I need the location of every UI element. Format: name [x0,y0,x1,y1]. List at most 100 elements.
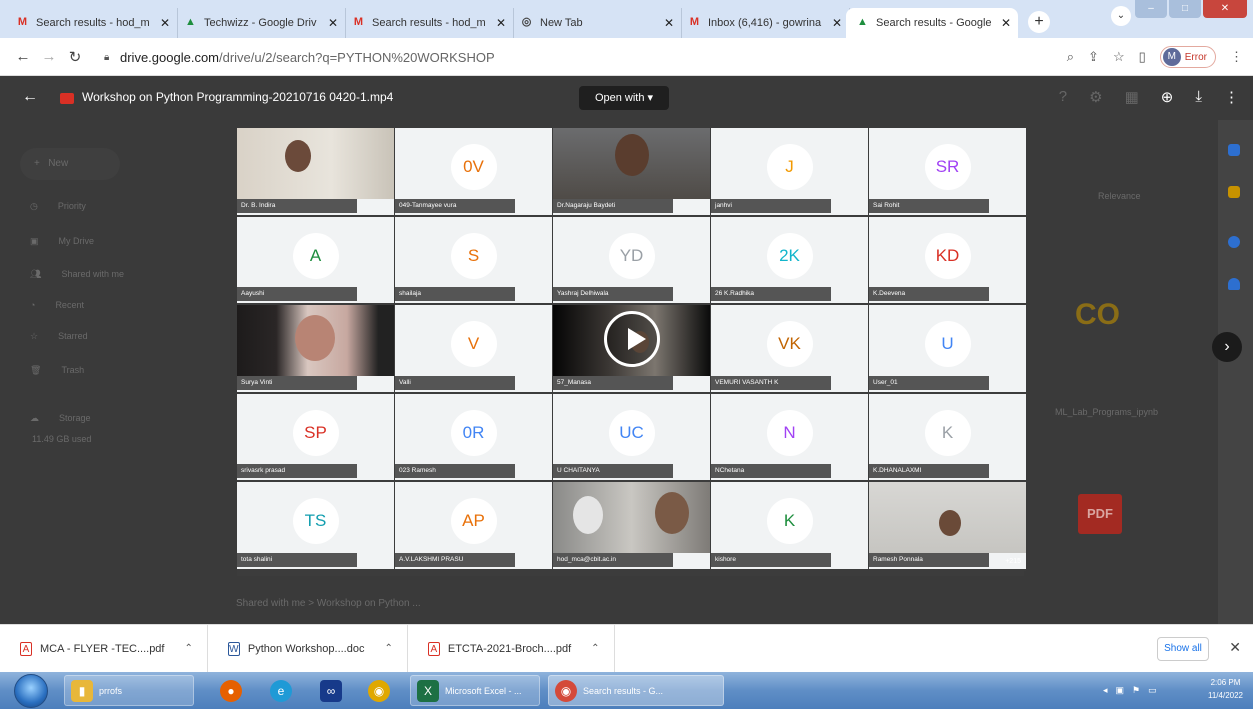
contacts-icon[interactable] [1228,278,1240,290]
chevron-up-icon[interactable]: ⌃ [384,643,392,654]
taskbar-excel-button[interactable]: X Microsoft Excel - ... [410,675,540,706]
participant-tile: VK VEMURI VASANTH K [711,305,868,394]
storage-used: 11.49 GB used [32,434,92,444]
sidebar-label: Priority [57,201,86,211]
downloads-bar: A MCA - FLYER -TEC....pdf ⌃ W Python Worksho… [0,624,1253,673]
download-item[interactable]: A MCA - FLYER -TEC....pdf ⌃ [0,624,208,673]
participant-initials: A [292,232,339,279]
sidebar-label: Shared with me [61,269,124,279]
participant-video [237,128,394,199]
participant-tile: U User_01 [869,305,1026,394]
participant-tile: Ramesh Ponnala +215 [869,482,1026,571]
close-tab-icon[interactable]: ✕ [496,16,506,30]
tab-label: Search results - hod_m [372,17,486,29]
clock-date: 11/4/2022 [1208,691,1243,700]
tasks-icon[interactable] [1228,236,1240,248]
browser-tab[interactable]: ◎ New Tab ✕ [510,8,682,38]
bookmark-star-icon[interactable]: ☆ [1113,49,1125,65]
clock[interactable]: 2:06 PM 11/4/2022 [1208,676,1243,702]
close-tab-icon[interactable]: ✕ [664,16,674,30]
download-icon[interactable]: ⤓ [1195,88,1202,106]
add-shortcut-icon[interactable]: ⊕ [1161,88,1174,106]
participant-name: User_01 [869,375,989,390]
new-tab-button[interactable]: + [1028,11,1050,33]
close-tab-icon[interactable]: ✕ [832,16,842,30]
participant-initials: SP [292,409,339,456]
participant-initials: K [766,498,813,545]
sidebar-item: ☆ Starred [30,331,88,342]
taskbar-edge-button[interactable]: e [264,675,300,706]
chevron-up-icon[interactable]: ⌃ [185,643,193,654]
close-viewer-arrow-icon[interactable]: ← [22,88,38,106]
clock-time: 2:06 PM [1210,678,1241,687]
more-options-icon[interactable]: ⋮ [1224,88,1239,106]
download-item[interactable]: A ETCTA-2021-Broch....pdf ⌃ [408,624,615,673]
chrome-icon: ◉ [555,679,577,702]
close-tab-icon[interactable]: ✕ [160,16,170,30]
download-item[interactable]: W Python Workshop....doc ⌃ [208,624,408,673]
minimize-button[interactable]: – [1135,0,1167,18]
gmail-icon: M [689,16,700,28]
network-icon[interactable]: ▭ [1148,685,1157,696]
calendar-icon[interactable] [1228,144,1240,156]
sidebar-label: Storage [59,413,91,423]
participant-initials: SR [924,144,971,190]
browser-tab[interactable]: M Search results - hod_m ✕ [342,8,514,38]
forward-arrow-icon[interactable]: → [36,48,62,65]
viewer-actions: ? ⚙ ▦ ⊕ ⤓ ⋮ [1059,88,1239,106]
participant-initials: UC [608,409,655,456]
participant-tile: SP srivasrk prasad [237,393,394,483]
taskbar-explorer-button[interactable]: ▮ prrofs [64,675,194,706]
taskbar-webex-button[interactable]: ∞ [314,675,350,706]
taskbar-chrome-window-button[interactable]: ◉ Search results - G... [548,675,724,706]
browser-tab[interactable]: ▲ Search results - Google ✕ [846,8,1018,38]
play-icon[interactable] [603,311,660,368]
browser-tab[interactable]: ▲ Techwizz - Google Driv ✕ [174,8,346,38]
participant-name: srivasrk prasad [237,464,357,479]
open-with-label: Open with [594,92,645,104]
browser-tab[interactable]: M Inbox (6,416) - gowrina ✕ [678,8,850,38]
window-close-button[interactable]: ✕ [1203,0,1247,18]
browser-toolbar: ← → ↻ 🔒︎ drive.google.com/drive/u/2/sear… [0,38,1253,76]
browser-tab[interactable]: M Search results - hod_m ✕ [6,8,178,38]
start-button[interactable] [14,674,48,708]
meeting-recording-video[interactable]: Dr. B. Indira 0V 049-Tanmayee vura Dr.Nagar… [237,128,1026,576]
open-with-button[interactable]: Open with ▾ [579,86,669,110]
show-all-button[interactable]: Show all [1157,637,1209,661]
profile-button[interactable]: M Error [1159,46,1216,68]
chrome-icon: ◉ [368,679,390,702]
participant-tile: Jjanhvi [711,128,868,217]
tray-arrow-icon[interactable]: ◂ [1103,685,1108,696]
address-bar[interactable]: 🔒︎ drive.google.com/drive/u/2/search?q=P… [104,44,1034,70]
close-tab-icon[interactable]: ✕ [1001,16,1011,30]
close-downloads-icon[interactable]: ✕ [1229,639,1241,656]
share-icon[interactable]: ⇪ [1088,49,1099,65]
network-flag-icon[interactable]: ⚑ [1132,685,1140,696]
taskbar-chrome-button[interactable]: ◉ [362,675,398,706]
video-file-icon [60,93,74,104]
taskbar-folder-label: prrofs [99,685,123,696]
download-label: Python Workshop....doc [247,642,365,655]
participant-tile: Surya Vinti [237,305,394,394]
chevron-up-icon[interactable]: ⌃ [591,643,599,654]
tab-label: Inbox (6,416) - gowrina [708,17,822,29]
participant-tile: Kkishore [711,482,868,571]
browser-menu-icon[interactable]: ⋮ [1230,49,1243,65]
participant-name: hod_mca@cbit.ac.in [553,552,673,567]
participant-name: Surya Vinti [237,375,357,390]
participant-face [939,510,961,537]
keep-icon[interactable] [1228,186,1240,198]
tab-search-chevron-icon[interactable]: ⌄ [1111,6,1131,26]
back-arrow-icon[interactable]: ← [10,48,36,65]
taskbar-firefox-button[interactable]: ● [214,675,250,706]
side-panel-icon[interactable]: ▯ [1139,49,1146,65]
tab-label: Search results - Google [876,17,992,29]
zoom-icon[interactable]: ⌕ [1067,49,1074,65]
sidebar-icon: ☁︎ [30,413,39,423]
apps-icon: ▦ [1124,89,1139,106]
reload-icon[interactable]: ↻ [62,48,88,66]
close-tab-icon[interactable]: ✕ [328,16,338,30]
maximize-button[interactable]: □ [1169,0,1201,18]
next-file-button[interactable]: › [1212,332,1242,362]
tray-app-icon[interactable]: ▣ [1116,685,1125,696]
